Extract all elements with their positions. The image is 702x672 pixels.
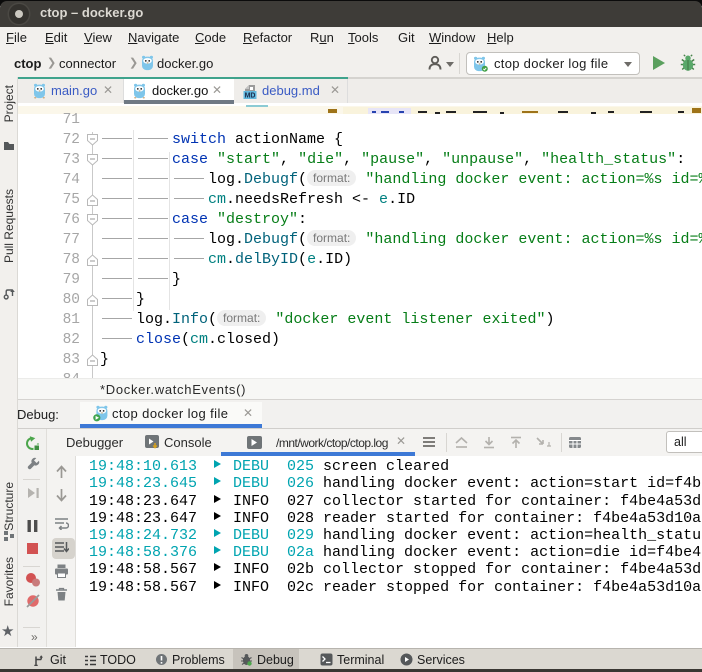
svg-text:MD: MD bbox=[245, 93, 256, 99]
